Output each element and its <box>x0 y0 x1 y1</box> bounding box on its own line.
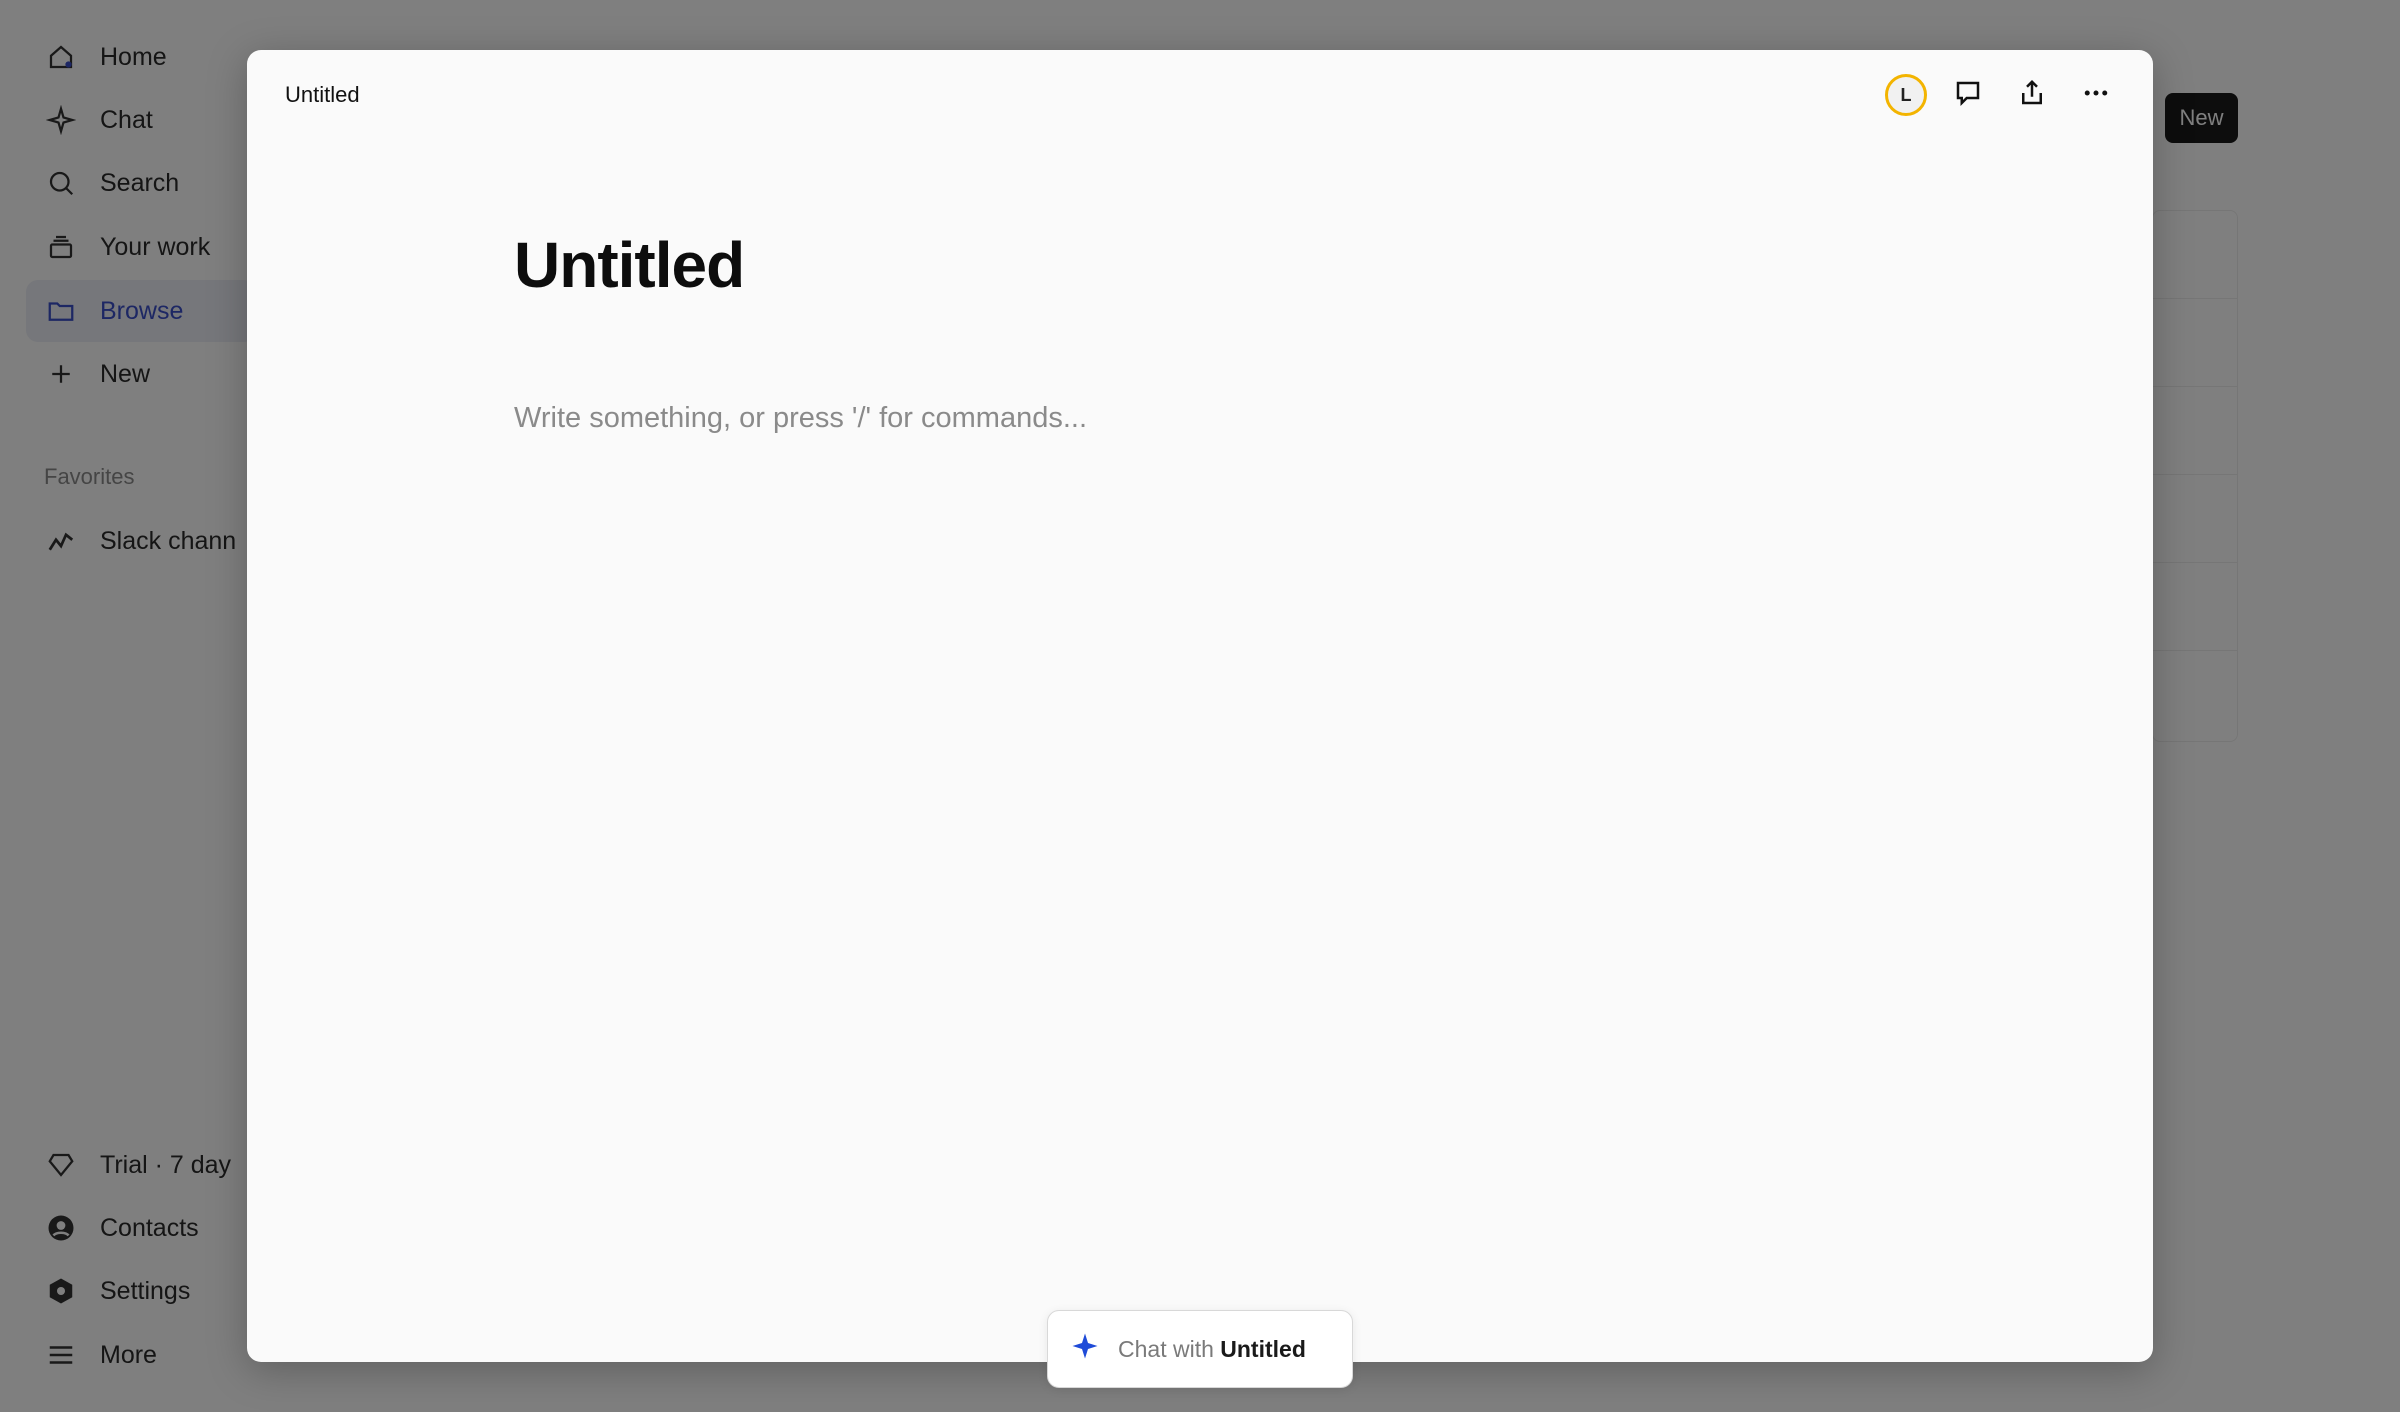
modal-toolbar: L <box>1885 72 2119 118</box>
breadcrumb-title[interactable]: Untitled <box>285 82 360 108</box>
comment-icon <box>1953 78 1983 113</box>
sparkle-icon <box>1070 1331 1100 1367</box>
chat-pill-label: Chat with Untitled <box>1118 1336 1306 1363</box>
chat-with-document-button[interactable]: Chat with Untitled <box>1047 1310 1353 1388</box>
ellipsis-icon <box>2081 78 2111 113</box>
more-options-button[interactable] <box>2073 72 2119 118</box>
chat-prefix: Chat with <box>1118 1335 1214 1362</box>
avatar[interactable]: L <box>1885 74 1927 116</box>
document-body-editor[interactable]: Write something, or press '/' for comman… <box>514 402 1814 435</box>
share-button[interactable] <box>2009 72 2055 118</box>
document-modal: Untitled L Untitled Write something, or … <box>247 50 2153 1362</box>
document-title[interactable]: Untitled <box>514 228 745 302</box>
comment-button[interactable] <box>1945 72 1991 118</box>
share-icon <box>2017 78 2047 113</box>
chat-target: Untitled <box>1220 1335 1306 1362</box>
